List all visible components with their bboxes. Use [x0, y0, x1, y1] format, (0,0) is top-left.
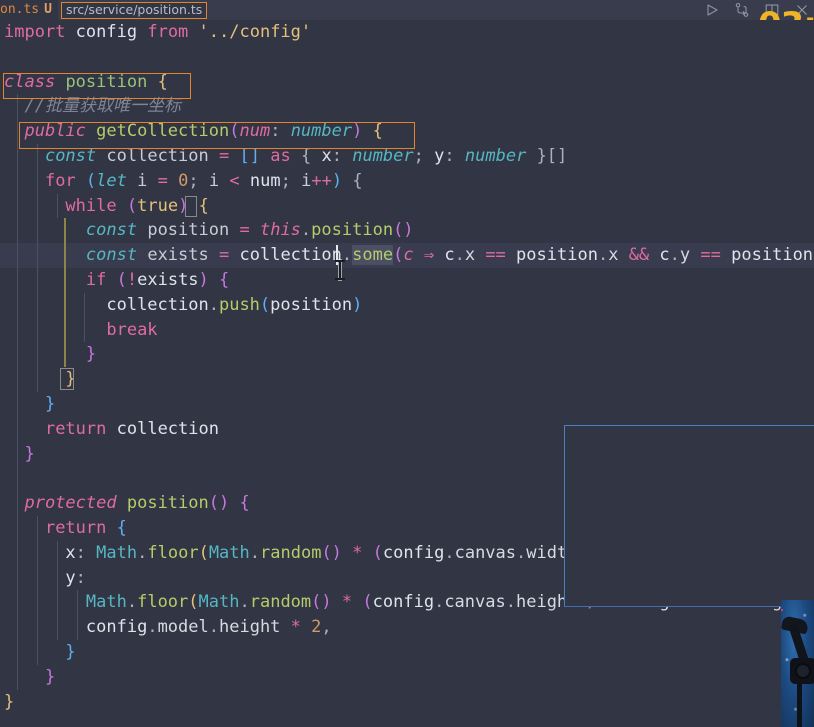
camera-lens-icon	[795, 663, 811, 679]
run-icon[interactable]	[704, 2, 720, 18]
source-control-icon[interactable]	[734, 2, 750, 18]
code-line: collection.push(position)	[0, 292, 814, 318]
code-line: }	[0, 367, 814, 392]
tab-dirty-indicator: U	[44, 2, 52, 17]
code-line: const position = this.position()	[0, 218, 814, 244]
code-line: }	[0, 639, 814, 665]
code-line: const collection = [] as { x: number; y:…	[0, 143, 814, 169]
selected-token[interactable]: some	[352, 245, 394, 266]
code-line: }	[0, 342, 814, 368]
breadcrumb[interactable]: src/service/position.ts	[60, 1, 208, 19]
code-line: config.model.height * 2,	[0, 615, 814, 640]
code-line: break	[0, 317, 814, 343]
code-line: import config from '../config'	[4, 22, 312, 42]
code-line-active: const exists = collection.some(c ⇒ c.x =…	[0, 243, 814, 268]
suggestion-widget[interactable]	[564, 425, 814, 607]
breadcrumb-path: src/service/position.ts	[65, 2, 203, 17]
code-line: }	[0, 664, 814, 690]
code-line: while (true) {	[0, 193, 814, 219]
code-line: for (let i = 0; i < num; i++) {	[0, 168, 814, 194]
matching-bracket: }	[65, 369, 76, 390]
code-editor[interactable]: import config from '../config' class pos…	[0, 20, 814, 727]
code-line: //批量获取唯一坐标	[0, 94, 814, 120]
tripod-icon	[797, 684, 802, 727]
code-line: }	[0, 391, 814, 417]
tab-label: on.ts	[0, 2, 40, 17]
editor-tab-position-ts[interactable]: on.ts U	[0, 0, 58, 20]
code-line: class position {	[4, 71, 168, 92]
editor-titlebar: on.ts U src/service/position.ts	[0, 0, 814, 20]
code-line: if (!exists) {	[0, 267, 814, 293]
image-red-marker	[781, 609, 783, 611]
code-line: }	[4, 691, 15, 712]
image-preview-strip	[781, 600, 814, 727]
code-line: public getCollection(num: number) {	[0, 119, 814, 144]
